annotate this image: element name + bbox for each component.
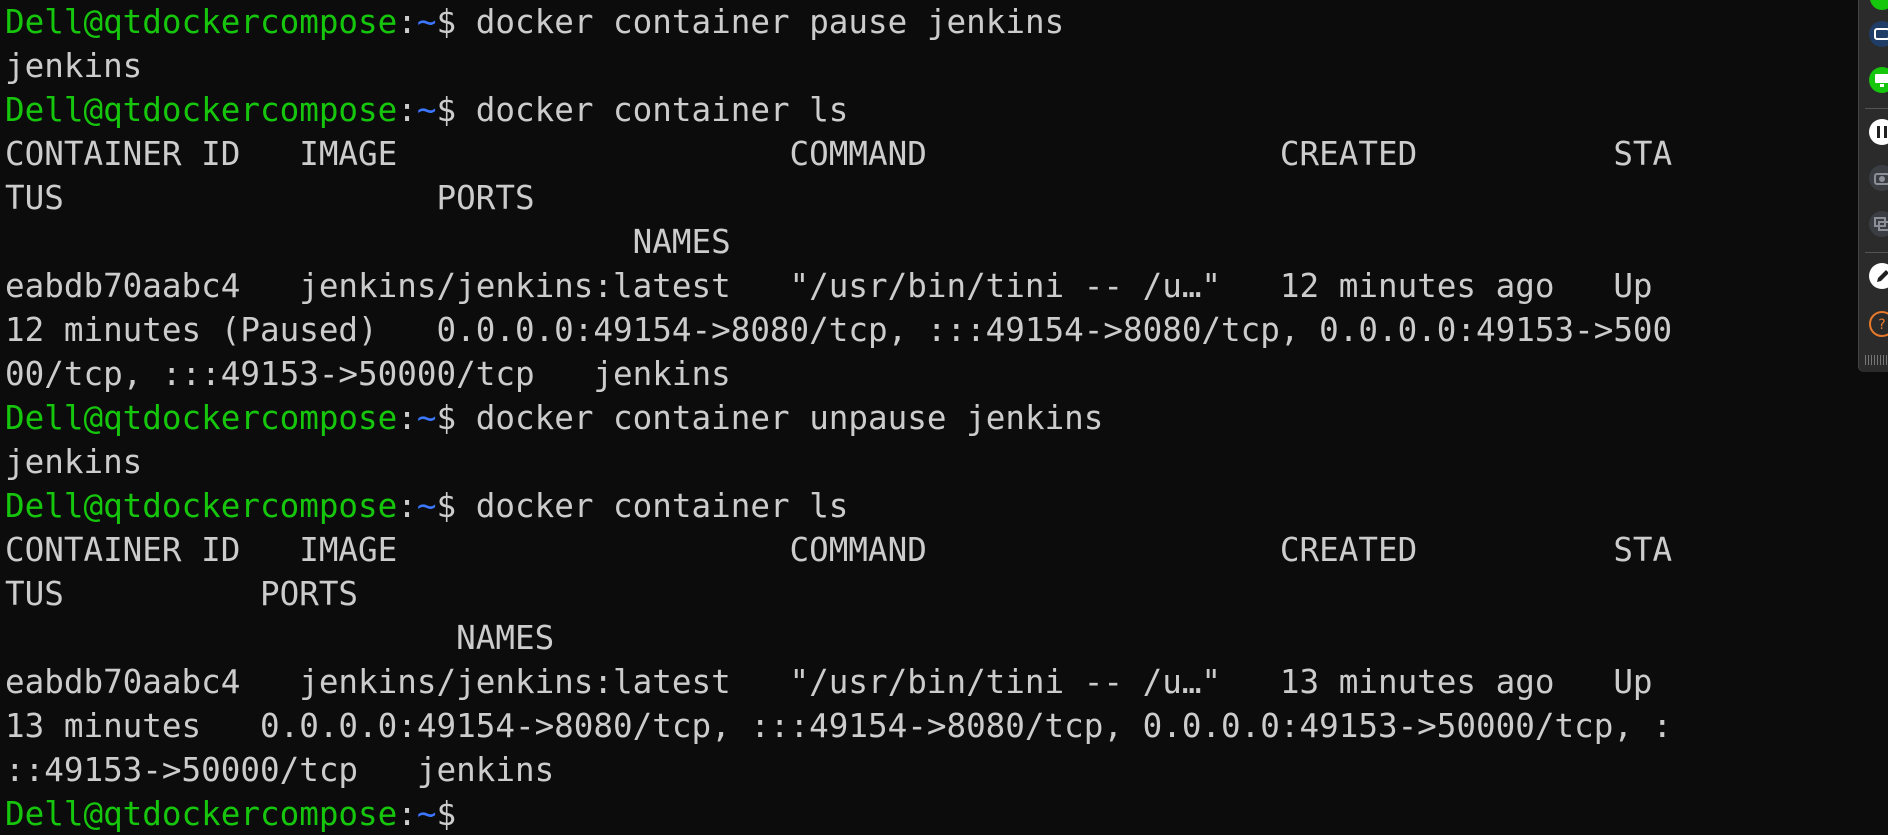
pen-icon[interactable] bbox=[1868, 262, 1888, 290]
terminal-window[interactable]: Dell@qtdockercompose:~$ docker container… bbox=[0, 0, 1888, 835]
prompt-symbol: $ bbox=[436, 3, 476, 41]
help-icon[interactable]: ? bbox=[1868, 310, 1888, 338]
command-text: docker container ls bbox=[475, 487, 849, 525]
output-line: jenkins bbox=[5, 443, 143, 481]
prompt-symbol: $ bbox=[436, 487, 476, 525]
output-line: eabdb70aabc4 jenkins/jenkins:latest "/us… bbox=[5, 267, 1653, 305]
output-line: CONTAINER ID IMAGE COMMAND CREATED STA bbox=[5, 135, 1673, 173]
svg-text:?: ? bbox=[1878, 317, 1885, 333]
command-text: docker container pause jenkins bbox=[475, 3, 1065, 41]
prompt-path: ~ bbox=[416, 399, 437, 437]
output-line: 00/tcp, :::49153->50000/tcp jenkins bbox=[5, 355, 731, 393]
prompt-line: Dell@qtdockercompose:~$ docker container… bbox=[5, 0, 1672, 44]
output-line: NAMES bbox=[5, 619, 555, 657]
window-icon[interactable] bbox=[1868, 20, 1888, 48]
prompt-path: ~ bbox=[416, 3, 437, 41]
prompt-user-host: Dell@qtdockercompose bbox=[5, 487, 398, 525]
prompt-separator: : bbox=[397, 795, 417, 833]
notification-dot-icon[interactable] bbox=[1868, 0, 1888, 12]
prompt-line: Dell@qtdockercompose:~$ docker container… bbox=[5, 396, 1672, 440]
prompt-user-host: Dell@qtdockercompose bbox=[5, 91, 398, 129]
camera-icon[interactable] bbox=[1868, 164, 1888, 192]
terminal-output: Dell@qtdockercompose:~$ docker container… bbox=[5, 0, 1672, 835]
prompt-user-host: Dell@qtdockercompose bbox=[5, 399, 398, 437]
prompt-path: ~ bbox=[416, 795, 437, 833]
copy-screens-icon[interactable] bbox=[1868, 210, 1888, 238]
output-line: 13 minutes 0.0.0.0:49154->8080/tcp, :::4… bbox=[5, 707, 1673, 745]
prompt-symbol: $ bbox=[436, 91, 476, 129]
prompt-line: Dell@qtdockercompose:~$ docker container… bbox=[5, 484, 1672, 528]
prompt-separator: : bbox=[397, 3, 417, 41]
prompt-line: Dell@qtdockercompose:~$ bbox=[5, 792, 1672, 835]
prompt-symbol: $ bbox=[436, 399, 476, 437]
prompt-line: Dell@qtdockercompose:~$ docker container… bbox=[5, 88, 1672, 132]
prompt-separator: : bbox=[397, 487, 417, 525]
output-line: TUS PORTS bbox=[5, 179, 535, 217]
screen-share-icon[interactable] bbox=[1868, 66, 1888, 94]
output-line: 12 minutes (Paused) 0.0.0.0:49154->8080/… bbox=[5, 311, 1673, 349]
prompt-user-host: Dell@qtdockercompose bbox=[5, 795, 398, 833]
output-line: TUS PORTS bbox=[5, 575, 359, 613]
pause-icon[interactable] bbox=[1868, 118, 1888, 146]
prompt-path: ~ bbox=[416, 487, 437, 525]
output-line: eabdb70aabc4 jenkins/jenkins:latest "/us… bbox=[5, 663, 1653, 701]
prompt-separator: : bbox=[397, 399, 417, 437]
prompt-path: ~ bbox=[416, 91, 437, 129]
command-text: docker container ls bbox=[475, 91, 849, 129]
output-line: ::49153->50000/tcp jenkins bbox=[5, 751, 555, 789]
output-line: CONTAINER ID IMAGE COMMAND CREATED STA bbox=[5, 531, 1673, 569]
prompt-user-host: Dell@qtdockercompose bbox=[5, 3, 398, 41]
output-line: jenkins bbox=[5, 47, 143, 85]
output-line: NAMES bbox=[5, 223, 731, 261]
prompt-symbol: $ bbox=[436, 795, 476, 833]
toolbar-drag-handle[interactable] bbox=[1865, 355, 1888, 365]
prompt-separator: : bbox=[397, 91, 417, 129]
floating-side-toolbar: ? bbox=[1858, 0, 1888, 372]
command-text: docker container unpause jenkins bbox=[475, 399, 1104, 437]
